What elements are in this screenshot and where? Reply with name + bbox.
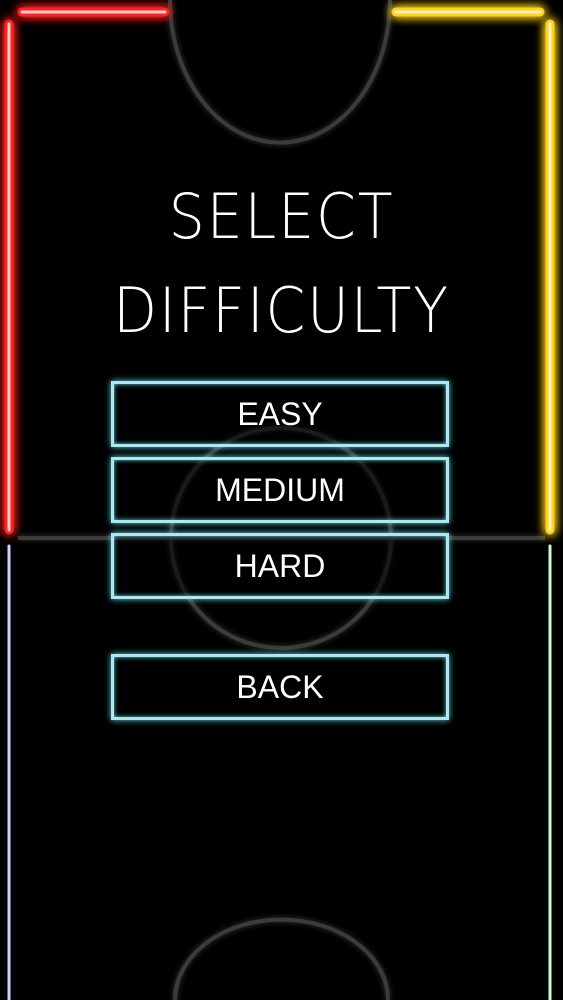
back-button[interactable]: BACK bbox=[111, 654, 449, 720]
bottom-goal-arc bbox=[173, 917, 390, 1000]
top-goal-arc bbox=[168, 0, 392, 145]
page-title-line-1: SELECT bbox=[168, 180, 395, 253]
neon-border-top-left bbox=[4, 7, 170, 535]
page-title-line-2: DIFFICULTY bbox=[113, 274, 450, 347]
medium-button[interactable]: MEDIUM bbox=[111, 457, 449, 523]
hard-button[interactable]: HARD bbox=[111, 533, 449, 599]
neon-border-top-right bbox=[391, 7, 555, 535]
air-hockey-table: SELECT DIFFICULTY EASY MEDIUM HARD BACK bbox=[0, 0, 563, 1000]
easy-button[interactable]: EASY bbox=[111, 381, 449, 447]
